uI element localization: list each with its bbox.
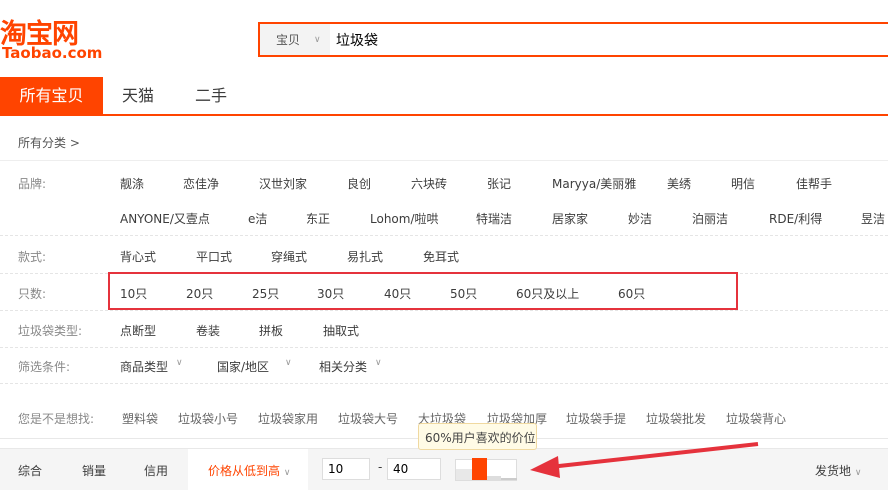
sort-default[interactable]: 综合 [18,462,42,479]
filter-option-brand[interactable]: 佳帮手 [796,175,832,192]
chevron-down-icon: ∨ [285,358,292,368]
filter-label-brand: 品牌: [18,177,47,191]
filter-option-brand[interactable]: 昱洁 [861,210,885,227]
suggest-link[interactable]: 垃圾袋手提 [566,410,626,427]
filter-option-brand[interactable]: 张记 [487,175,511,192]
logo-text: Taobao.com [2,44,103,62]
filter-option-style[interactable]: 穿绳式 [271,248,307,265]
filter-label-count: 只数: [18,287,47,301]
filter-option-style[interactable]: 背心式 [120,248,156,265]
sort-price-label: 价格从低到高 [208,464,281,478]
sort-sales[interactable]: 销量 [82,462,106,479]
annotation-arrow [530,442,759,478]
search-input[interactable] [330,24,888,55]
filter-option-conditions[interactable]: 国家/地区 [217,358,269,375]
filter-option-style[interactable]: 平口式 [196,248,232,265]
search-scope-dropdown[interactable]: 宝贝 ∨ [260,24,330,55]
filter-option-brand[interactable]: 东正 [306,210,330,227]
tab-tmall[interactable]: 天猫 [122,77,154,114]
filter-option-brand[interactable]: 靓涤 [120,175,144,192]
filter-label-conditions: 筛选条件: [18,360,71,374]
price-max-input[interactable] [387,458,441,480]
filter-option-type[interactable]: 拼板 [259,322,283,339]
breadcrumb[interactable]: 所有分类 > [18,134,80,151]
filter-option-brand[interactable]: Maryya/美丽雅 [552,175,636,192]
divider [0,310,888,311]
suggest-link[interactable]: 塑料袋 [122,410,158,427]
filter-option-style[interactable]: 免耳式 [423,248,459,265]
suggest-link[interactable]: 垃圾袋大号 [338,410,398,427]
price-dash: - [378,460,383,474]
suggest-link[interactable]: 垃圾袋家用 [258,410,318,427]
filter-option-brand[interactable]: 泊丽洁 [692,210,728,227]
divider [0,383,888,384]
filter-option-type[interactable]: 点断型 [120,322,156,339]
tab-secondhand[interactable]: 二手 [195,77,227,114]
filter-option-brand[interactable]: 美绣 [667,175,691,192]
filter-label-style: 款式: [18,250,47,264]
ship-from-label: 发货地 [815,464,852,478]
chevron-down-icon: ∨ [283,468,291,478]
tab-all[interactable]: 所有宝贝 [0,77,103,114]
chevron-down-icon: ∨ [375,358,382,368]
filter-option-brand[interactable]: 汉世刘家 [259,175,307,192]
tab-bar: 所有宝贝 天猫 二手 [0,77,888,116]
chevron-down-icon: ∨ [314,34,321,45]
scope-label: 宝贝 [276,33,301,47]
filter-option-brand[interactable]: ANYONE/又壹点 [120,210,210,227]
sort-credit[interactable]: 信用 [144,462,168,479]
ship-from-filter[interactable]: 发货地 ∨ [815,462,861,479]
filter-option-brand[interactable]: 六块砖 [411,175,447,192]
suggest-link[interactable]: 垃圾袋小号 [178,410,238,427]
suggest-label: 您是不是想找: [18,412,95,426]
sort-price-asc[interactable]: 价格从低到高 ∨ [188,449,308,491]
filter-option-type[interactable]: 抽取式 [323,322,359,339]
filter-option-type[interactable]: 卷装 [196,322,220,339]
price-min-input[interactable] [322,458,370,480]
filter-option-brand[interactable]: 明信 [731,175,755,192]
filter-option-brand[interactable]: RDE/利得 [769,210,822,227]
suggest-link[interactable]: 垃圾袋背心 [726,410,786,427]
annotation-box [108,272,738,310]
suggest-link[interactable]: 垃圾袋批发 [646,410,706,427]
filter-option-brand[interactable]: 妙洁 [628,210,652,227]
divider [0,235,888,236]
filter-label-type: 垃圾袋类型: [18,324,83,338]
filter-option-brand[interactable]: 恋佳净 [183,175,219,192]
chevron-down-icon: ∨ [176,358,183,368]
divider [0,347,888,348]
filter-option-brand[interactable]: e洁 [248,210,267,227]
search-bar: 宝贝 ∨ [258,22,888,57]
filter-option-conditions[interactable]: 相关分类 [319,358,367,375]
filter-option-conditions[interactable]: 商品类型 [120,358,168,375]
price-distribution-chart[interactable] [455,458,517,481]
filter-option-brand[interactable]: Lohom/啦哄 [370,210,439,227]
filter-option-brand[interactable]: 特瑞洁 [476,210,512,227]
filter-option-brand[interactable]: 居家家 [552,210,588,227]
price-bar-selected [472,458,487,480]
filter-option-brand[interactable]: 良创 [347,175,371,192]
chevron-down-icon: ∨ [854,468,862,478]
filter-option-style[interactable]: 易扎式 [347,248,383,265]
